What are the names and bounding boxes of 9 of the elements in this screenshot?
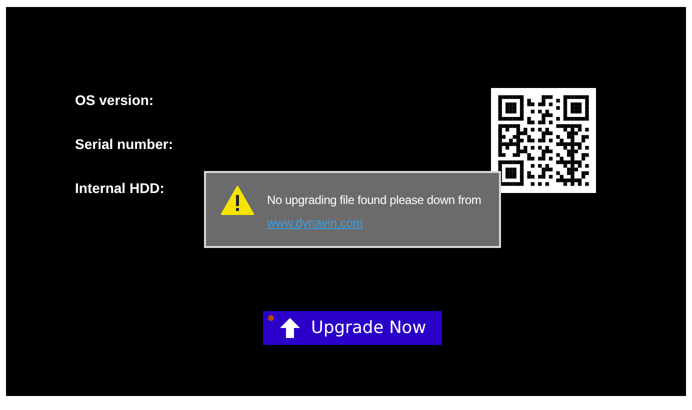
indicator-dot-icon — [268, 315, 274, 321]
info-label: OS version: — [75, 92, 155, 109]
up-arrow-icon — [279, 317, 301, 339]
warning-icon — [221, 186, 254, 215]
upgrade-button[interactable]: Upgrade Now — [263, 311, 442, 345]
dialog-message: No upgrading file found please down from — [267, 193, 482, 207]
qr-code-icon — [491, 88, 596, 193]
info-label: Serial number: — [75, 136, 174, 153]
info-label: Internal HDD: — [75, 180, 166, 197]
